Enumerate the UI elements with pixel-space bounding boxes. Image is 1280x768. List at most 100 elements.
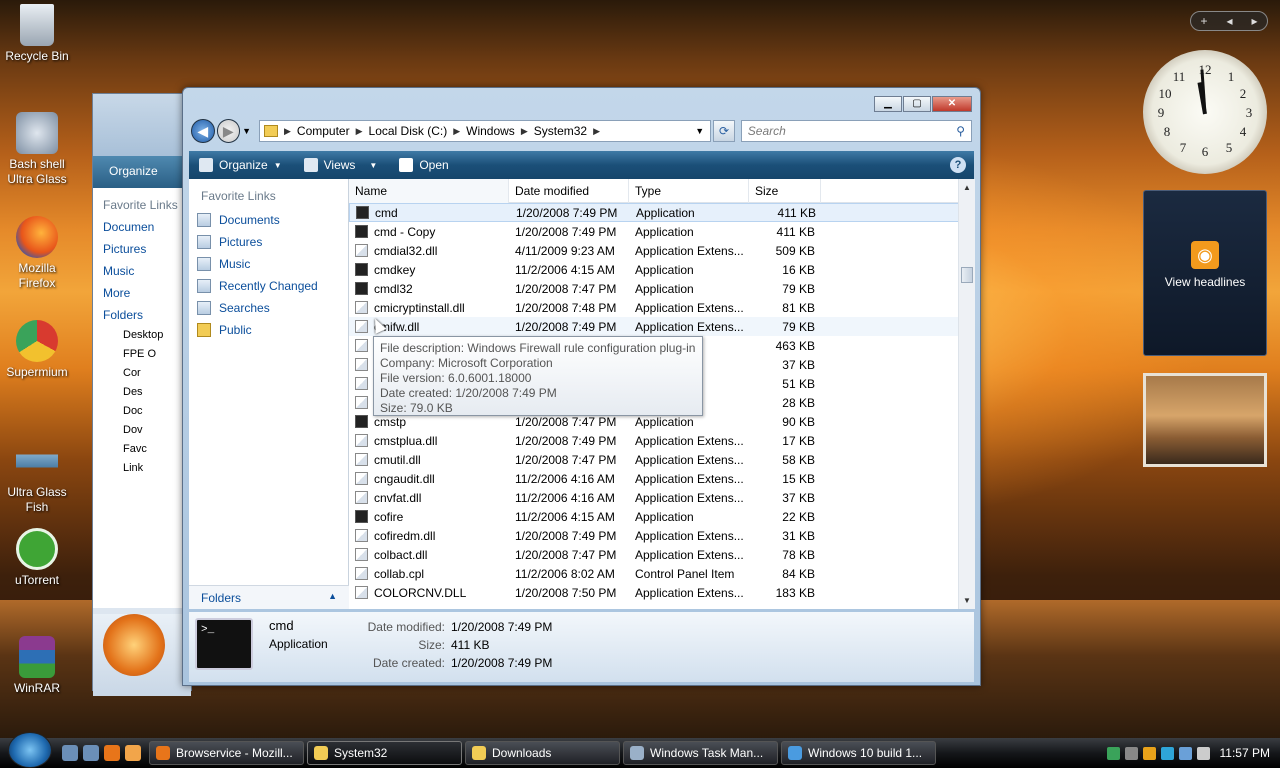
breadcrumb-local-disk[interactable]: Local Disk (C:)	[369, 124, 448, 138]
feed-headlines-gadget[interactable]: ◉ View headlines	[1143, 190, 1267, 356]
tray-network-icon[interactable]	[1178, 746, 1192, 760]
nav-link-pictures[interactable]: Pictures	[189, 231, 348, 253]
breadcrumb-system32[interactable]: System32	[534, 124, 587, 138]
tree-item[interactable]: Link	[123, 459, 191, 478]
table-row[interactable]: cmdl32 1/20/2008 7:47 PM Application 79 KB	[349, 279, 975, 298]
tray-sync-icon[interactable]	[1160, 746, 1174, 760]
prev-gadget-button[interactable]: ◂	[1226, 14, 1232, 28]
column-header-date[interactable]: Date modified	[509, 178, 629, 203]
desktop-icon-ultra-glass-fish[interactable]: Ultra Glass Fish	[2, 440, 72, 515]
next-gadget-button[interactable]: ▸	[1251, 14, 1257, 28]
file-date: 1/20/2008 7:47 PM	[515, 281, 617, 296]
breadcrumb-computer[interactable]: Computer	[297, 124, 350, 138]
close-button[interactable]: ✕	[932, 96, 972, 112]
taskbar-button[interactable]: System32	[307, 741, 462, 765]
nav-link-recently-changed[interactable]: Recently Changed	[189, 275, 348, 297]
taskbar-button[interactable]: Windows 10 build 1...	[781, 741, 936, 765]
back-window-folders[interactable]: Folders	[103, 304, 191, 326]
views-button[interactable]: Views ▼	[303, 158, 377, 172]
tray-shield-icon[interactable]	[1142, 746, 1156, 760]
column-header-type[interactable]: Type	[629, 178, 749, 203]
scroll-thumb[interactable]	[961, 267, 973, 283]
desktop-icon-bash-shell[interactable]: Bash shell Ultra Glass	[2, 112, 72, 187]
table-row[interactable]: cngaudit.dll 11/2/2006 4:16 AM Application…	[349, 469, 975, 488]
table-row[interactable]: cmifw.dll 1/20/2008 7:49 PM Application Ex…	[349, 317, 975, 336]
back-button[interactable]: ◀	[191, 119, 215, 143]
slideshow-gadget[interactable]	[1143, 373, 1267, 467]
background-explorer-window[interactable]: Organize Favorite Links Documen Pictures…	[92, 93, 192, 696]
back-window-nav-item[interactable]: Documen	[103, 216, 191, 238]
switch-windows-icon[interactable]	[83, 745, 99, 761]
taskbar-clock[interactable]: 11:57 PM	[1220, 746, 1270, 760]
breadcrumb-windows[interactable]: Windows	[466, 124, 515, 138]
table-row[interactable]: cmd - Copy 1/20/2008 7:49 PM Application 41…	[349, 222, 975, 241]
search-input[interactable]: Search ⚲	[740, 120, 973, 142]
nav-link-public[interactable]: Public	[189, 319, 348, 341]
address-dropdown-icon[interactable]: ▼	[695, 126, 704, 136]
scroll-up-icon[interactable]: ▲	[963, 183, 971, 192]
address-bar[interactable]: ▶ Computer ▶ Local Disk (C:) ▶ Windows ▶…	[258, 120, 712, 142]
table-row[interactable]: cmicryptinstall.dll 1/20/2008 7:48 PM Appl…	[349, 298, 975, 317]
scroll-down-icon[interactable]: ▼	[963, 596, 971, 605]
firefox-quicklaunch-icon[interactable]	[104, 745, 120, 761]
tray-app-icon[interactable]	[1106, 746, 1120, 760]
clock-gadget[interactable]: 12 1 2 3 4 5 6 7 8 9 10 11	[1143, 50, 1267, 174]
table-row[interactable]: cofire 11/2/2006 4:15 AM Application 22 KB	[349, 507, 975, 526]
refresh-button[interactable]: ⟳	[713, 120, 735, 142]
taskbar-button[interactable]: Downloads	[465, 741, 620, 765]
organize-button[interactable]: Organize ▼	[199, 158, 282, 172]
tree-item[interactable]: Doc	[123, 402, 191, 421]
table-row[interactable]: cmutil.dll 1/20/2008 7:47 PM Application E…	[349, 450, 975, 469]
recent-pages-arrow-icon[interactable]: ▼	[242, 126, 251, 136]
desktop-icon-firefox[interactable]: Mozilla Firefox	[2, 216, 72, 291]
open-button[interactable]: Open	[399, 158, 449, 172]
tree-item[interactable]: Desktop	[123, 326, 191, 345]
table-row[interactable]: cofiredm.dll 1/20/2008 7:49 PM Application…	[349, 526, 975, 545]
minimize-button[interactable]: ▁	[874, 96, 902, 112]
table-row[interactable]: cmd 1/20/2008 7:49 PM Application 411 KB	[349, 203, 975, 222]
table-row[interactable]: cnvfat.dll 11/2/2006 4:16 AM Application E…	[349, 488, 975, 507]
tree-item[interactable]: FPE O	[123, 345, 191, 364]
nav-link-documents[interactable]: Documents	[189, 209, 348, 231]
maximize-button[interactable]: ▢	[903, 96, 931, 112]
table-row[interactable]: cmdial32.dll 4/11/2009 9:23 AM Application…	[349, 241, 975, 260]
file-size: 37 KB	[782, 357, 815, 372]
tree-item[interactable]: Cor	[123, 364, 191, 383]
column-header-name[interactable]: Name	[349, 178, 509, 203]
desktop-icon-supermium[interactable]: Supermium	[2, 320, 72, 380]
search-icon[interactable]: ⚲	[956, 124, 965, 138]
tray-volume-icon[interactable]	[1196, 746, 1210, 760]
column-headers: Name Date modified Type Size	[349, 178, 975, 203]
help-button[interactable]: ?	[950, 157, 966, 173]
taskbar-app-icon	[472, 746, 486, 760]
nav-link-music[interactable]: Music	[189, 253, 348, 275]
desktop-icon-recycle-bin[interactable]: Recycle Bin	[2, 4, 72, 64]
table-row[interactable]: cmstplua.dll 1/20/2008 7:49 PM Application…	[349, 431, 975, 450]
back-window-nav-item[interactable]: More	[103, 282, 191, 304]
column-header-size[interactable]: Size	[749, 178, 821, 203]
back-window-organize[interactable]: Organize	[93, 156, 191, 188]
tree-item[interactable]: Dov	[123, 421, 191, 440]
table-row[interactable]: collab.cpl 11/2/2006 8:02 AM Control Panel…	[349, 564, 975, 583]
forward-button[interactable]: ▶	[216, 119, 241, 143]
table-row[interactable]: cmdkey 11/2/2006 4:15 AM Application 16 KB	[349, 260, 975, 279]
show-desktop-icon[interactable]	[62, 745, 78, 761]
desktop-icon-utorrent[interactable]: uTorrent	[2, 528, 72, 588]
back-window-nav-item[interactable]: Pictures	[103, 238, 191, 260]
taskbar-button[interactable]: Browservice - Mozill...	[149, 741, 304, 765]
tree-item[interactable]: Favc	[123, 440, 191, 459]
start-button[interactable]	[8, 732, 52, 768]
tree-item[interactable]: Des	[123, 383, 191, 402]
tray-tool-icon[interactable]	[1124, 746, 1138, 760]
add-gadget-button[interactable]: +	[1200, 14, 1207, 28]
taskbar-button[interactable]: Windows Task Man...	[623, 741, 778, 765]
vertical-scrollbar[interactable]: ▲ ▼	[958, 179, 975, 609]
nav-link-searches[interactable]: Searches	[189, 297, 348, 319]
back-window-nav-item[interactable]: Music	[103, 260, 191, 282]
folders-toggle[interactable]: Folders ▲	[189, 585, 349, 609]
app-quicklaunch-icon[interactable]	[125, 745, 141, 761]
table-row[interactable]: colbact.dll 1/20/2008 7:47 PM Application …	[349, 545, 975, 564]
table-row[interactable]: COLORCNV.DLL 1/20/2008 7:50 PM Application…	[349, 583, 975, 602]
clock-number: 7	[1179, 140, 1187, 155]
desktop-icon-winrar[interactable]: WinRAR	[2, 636, 72, 696]
